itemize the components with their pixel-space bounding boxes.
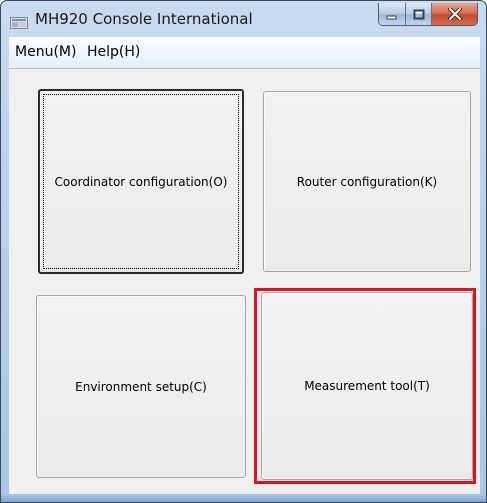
- window-bottom-border: [1, 494, 486, 502]
- window-controls: [378, 3, 478, 26]
- environment-setup-button[interactable]: Environment setup(C): [36, 295, 246, 478]
- menu-bar: Menu(M) Help(H): [9, 37, 480, 69]
- highlight-box: [254, 288, 476, 484]
- close-button[interactable]: [432, 3, 477, 25]
- close-icon: [447, 5, 462, 24]
- maximize-button[interactable]: [406, 3, 432, 25]
- menu-item-menu[interactable]: Menu(M): [15, 44, 76, 60]
- environment-setup-label: Environment setup(C): [75, 379, 207, 394]
- menu-item-help[interactable]: Help(H): [87, 44, 140, 60]
- window-title: MH920 Console International: [35, 10, 253, 28]
- router-configuration-button[interactable]: Router configuration(K): [263, 91, 471, 272]
- router-configuration-label: Router configuration(K): [296, 174, 438, 189]
- minimize-button[interactable]: [379, 3, 406, 25]
- coordinator-configuration-button[interactable]: Coordinator configuration(O): [38, 89, 244, 274]
- title-bar[interactable]: MH920 Console International: [1, 1, 486, 37]
- focus-rectangle: [43, 94, 239, 269]
- maximize-icon: [413, 5, 425, 24]
- app-window-icon: [10, 14, 28, 29]
- minimize-icon: [386, 5, 398, 24]
